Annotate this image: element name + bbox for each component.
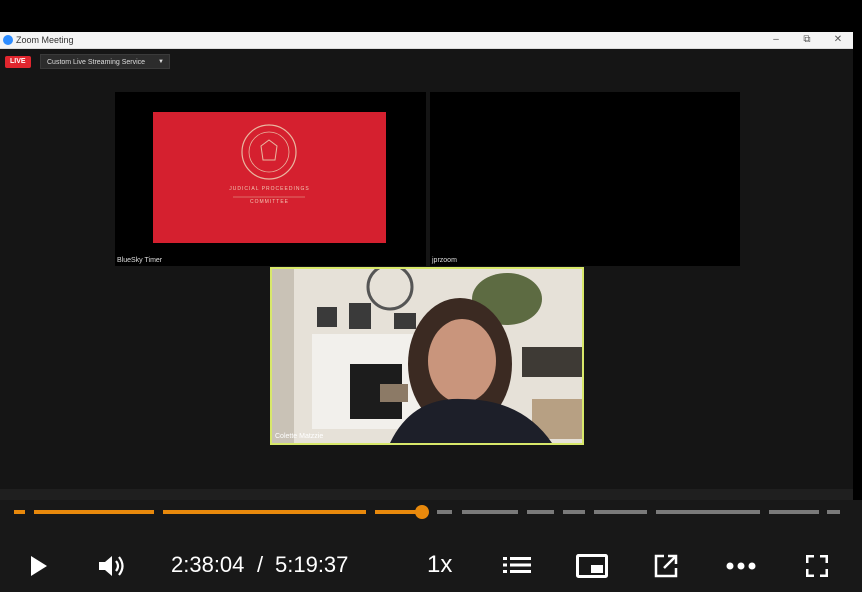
player-controls: 2:38:04 / 5:19:37 1x — [0, 500, 862, 592]
fullscreen-icon[interactable] — [806, 555, 828, 577]
chevron-down-icon: ▼ — [158, 59, 164, 65]
progress-segment — [163, 510, 366, 514]
minimize-icon: – — [773, 34, 779, 45]
slide-title-line-2: COMMITTEE — [250, 199, 289, 205]
open-external-icon[interactable] — [654, 554, 678, 578]
speaker-video-image — [272, 269, 582, 443]
progress-segment — [14, 510, 25, 514]
progress-segment — [527, 510, 554, 514]
participant-name-label: Colette Matzzie — [275, 433, 324, 440]
stream-service-button: Custom Live Streaming Service ▼ — [40, 54, 170, 69]
participant-name-label: BlueSky Timer — [117, 257, 163, 264]
zoom-window-title: Zoom Meeting — [16, 35, 74, 45]
current-time: 2:38:04 — [171, 552, 245, 577]
participant-name-label: jprzoom — [432, 257, 457, 264]
progress-bar[interactable] — [14, 505, 840, 519]
progress-scrubber-handle[interactable] — [415, 505, 429, 519]
participant-tile-bluesky: JUDICIAL PROCEEDINGS COMMITTEE BlueSky T… — [115, 92, 426, 266]
participant-tile-active-speaker: Colette Matzzie — [270, 267, 584, 445]
picture-in-picture-icon[interactable] — [576, 554, 608, 578]
chapters-list-icon[interactable] — [503, 555, 531, 575]
zoom-meeting-area: LIVE Custom Live Streaming Service ▼ JUD… — [0, 49, 853, 489]
live-badge: LIVE — [5, 56, 31, 68]
restore-icon: ⧉ — [803, 34, 811, 45]
senate-seal-icon — [233, 124, 305, 198]
zoom-logo-icon — [3, 35, 13, 45]
progress-segment — [437, 510, 452, 514]
participant-tile-jprzoom: jprzoom — [430, 92, 740, 266]
close-icon: ✕ — [833, 34, 843, 45]
duration: 5:19:37 — [275, 552, 349, 577]
slide-title-line-1: JUDICIAL PROCEEDINGS — [229, 186, 310, 192]
progress-segment — [462, 510, 518, 514]
playback-speed-button[interactable]: 1x — [427, 552, 452, 578]
progress-segment — [827, 510, 840, 514]
play-icon[interactable] — [28, 555, 48, 577]
video-frame: Zoom Meeting – ⧉ ✕ LIVE Custom Live Stre… — [0, 0, 853, 501]
progress-segment — [656, 510, 760, 514]
committee-slide: JUDICIAL PROCEEDINGS COMMITTEE — [153, 112, 386, 243]
stream-service-label: Custom Live Streaming Service — [47, 59, 146, 66]
zoom-window-titlebar: Zoom Meeting – ⧉ ✕ — [0, 32, 853, 49]
more-options-icon[interactable] — [726, 562, 756, 570]
progress-segment — [769, 510, 819, 514]
progress-segment — [34, 510, 154, 514]
volume-icon[interactable] — [97, 553, 127, 579]
progress-segment — [563, 510, 585, 514]
time-separator: / — [257, 552, 264, 577]
progress-segment — [594, 510, 647, 514]
